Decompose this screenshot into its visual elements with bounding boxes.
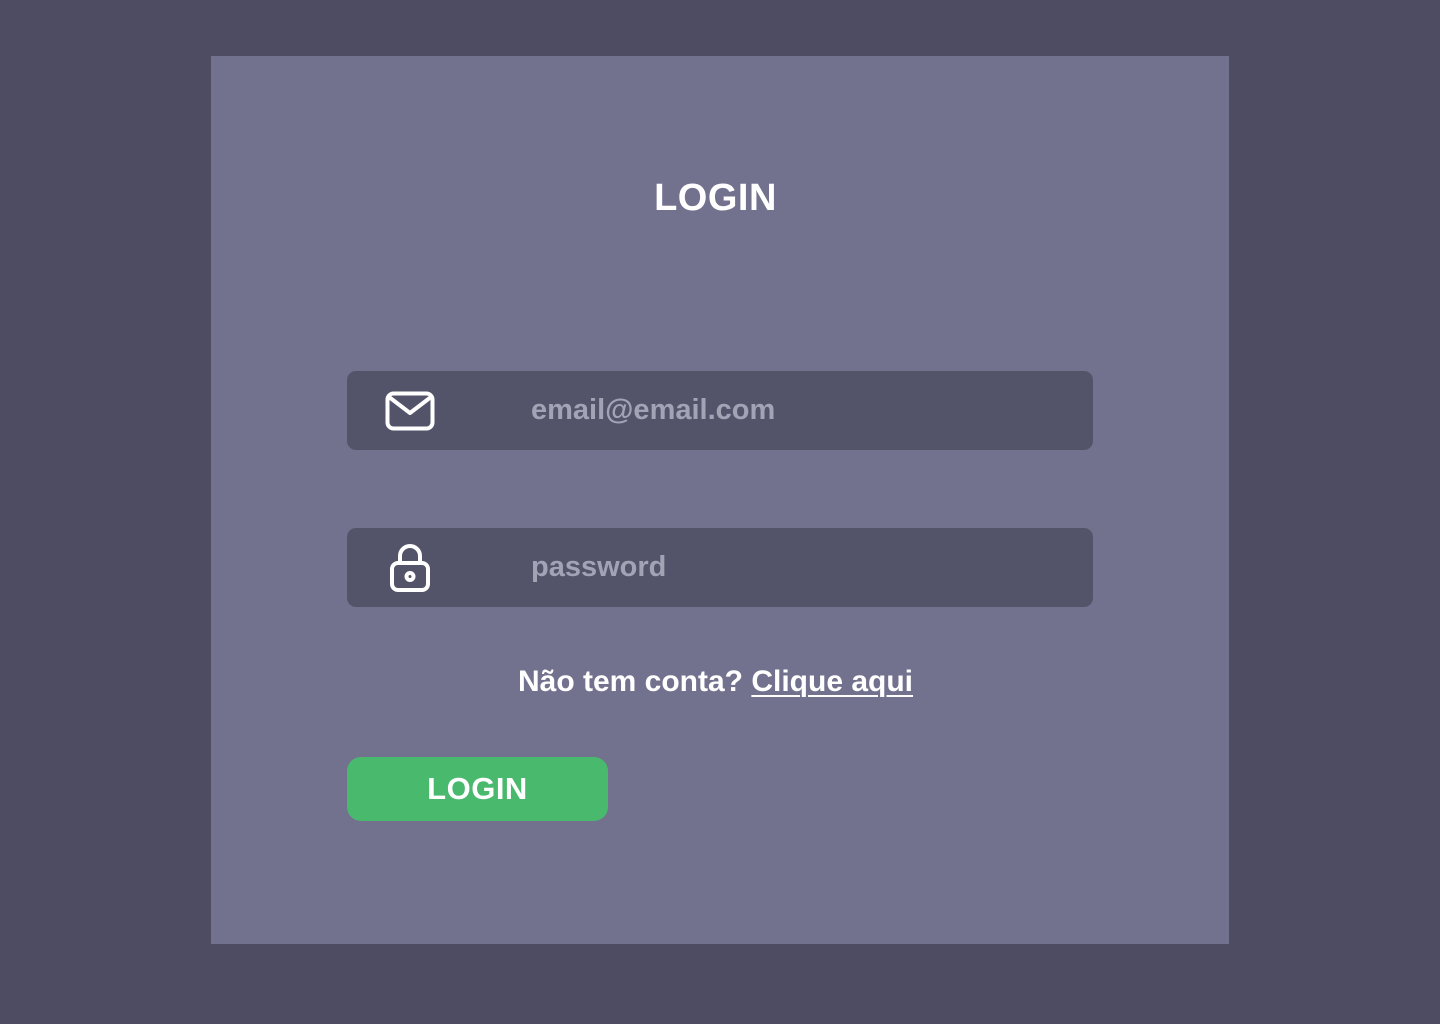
signup-prompt: Não tem conta? Clique aqui [0, 662, 1431, 702]
email-input[interactable] [531, 371, 1071, 450]
page-title: LOGIN [654, 177, 777, 219]
signup-prompt-text: Não tem conta? [517, 665, 752, 698]
lock-icon [385, 543, 435, 593]
email-field[interactable] [347, 371, 1093, 450]
password-input[interactable] [531, 528, 1071, 607]
mail-icon [385, 386, 435, 436]
password-field[interactable] [347, 528, 1093, 607]
signup-link[interactable]: Clique aqui [751, 665, 913, 698]
login-button[interactable]: LOGIN [347, 757, 608, 821]
